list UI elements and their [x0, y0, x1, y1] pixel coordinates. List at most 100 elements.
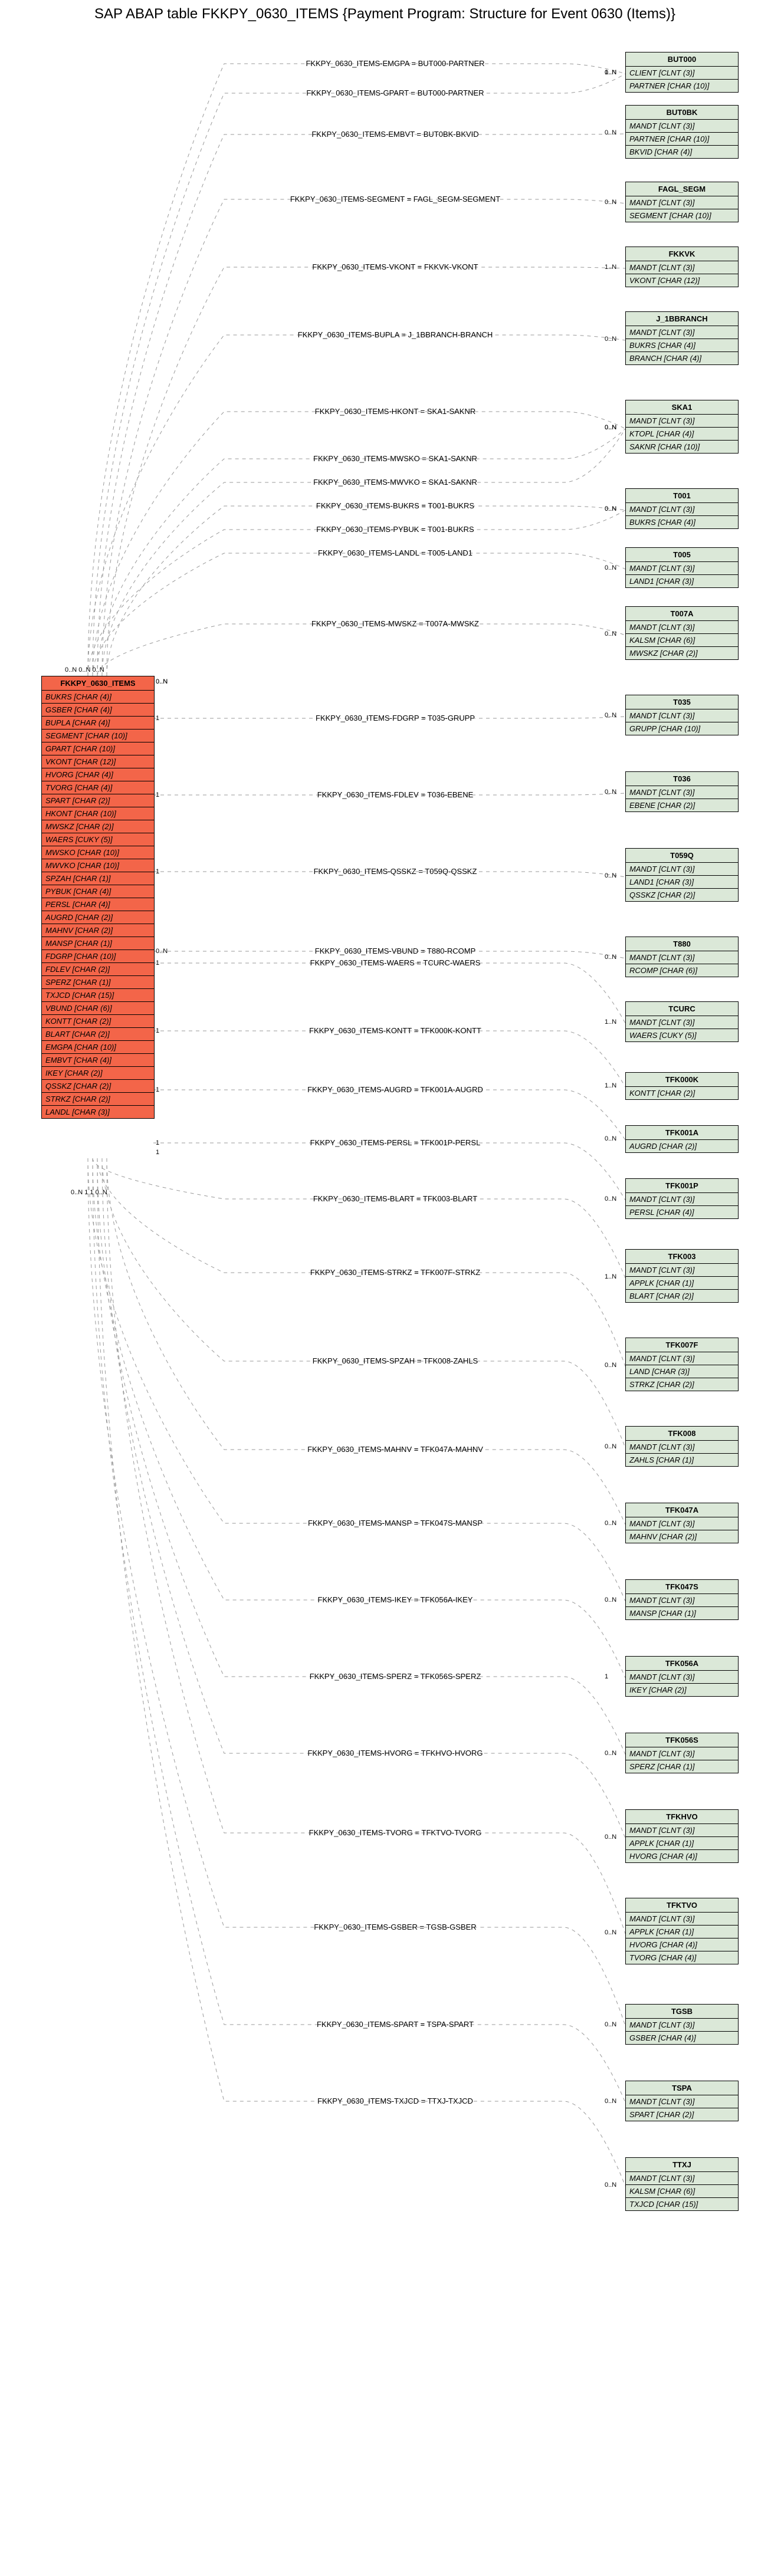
entity-field: QSSKZ [CHAR (2)] [626, 889, 738, 901]
cardinality-right: 0..N [605, 1135, 616, 1142]
entity-field: WAERS [CUKY (5)] [626, 1029, 738, 1041]
entity-field: APPLK [CHAR (1)] [626, 1277, 738, 1290]
entity-field: MANDT [CLNT (3)] [626, 503, 738, 516]
cardinality-right: 1..N [605, 264, 616, 271]
cardinality-right: 0..N [605, 1195, 616, 1202]
cardinality-right: 0..N [605, 424, 616, 431]
entity-header: TCURC [626, 1002, 738, 1016]
edge-label: FKKPY_0630_ITEMS-MAHNV = TFK047A-MAHNV [230, 1445, 560, 1454]
entity-field: MANDT [CLNT (3)] [626, 1671, 738, 1684]
cardinality-right: 0..N [605, 1362, 616, 1369]
entity-field: MAHNV [CHAR (2)] [626, 1530, 738, 1543]
erd-canvas: FKKPY_0630_ITEMS BUKRS [CHAR (4)]GSBER [… [6, 34, 752, 2570]
entity-main-field: HKONT [CHAR (10)] [42, 807, 154, 820]
entity-tfk047a: TFK047AMANDT [CLNT (3)]MAHNV [CHAR (2)] [625, 1503, 739, 1543]
entity-header: J_1BBRANCH [626, 312, 738, 326]
entity-main-field: GSBER [CHAR (4)] [42, 704, 154, 717]
edge-label: FKKPY_0630_ITEMS-HKONT = SKA1-SAKNR [230, 407, 560, 416]
entity-field: MANDT [CLNT (3)] [626, 621, 738, 634]
cardinality-right: 1..N [605, 1018, 616, 1026]
cardinality-right: 0..N [605, 2021, 616, 2028]
entity-main-field: LANDL [CHAR (3)] [42, 1106, 154, 1118]
entity-field: STRKZ [CHAR (2)] [626, 1378, 738, 1391]
edge-label: FKKPY_0630_ITEMS-SPART = TSPA-SPART [230, 2020, 560, 2029]
entity-field: BRANCH [CHAR (4)] [626, 352, 738, 364]
edge-label: FKKPY_0630_ITEMS-SPERZ = TFK056S-SPERZ [230, 1672, 560, 1681]
entity-t035: T035MANDT [CLNT (3)]GRUPP [CHAR (10)] [625, 695, 739, 735]
cardinality-right: 0..N [605, 2098, 616, 2105]
cardinality-right: 1..N [605, 69, 616, 76]
entity-main-field: EMBVT [CHAR (4)] [42, 1054, 154, 1067]
main-card-top: 0..N 0..N 0..N [65, 666, 104, 673]
entity-field: MANDT [CLNT (3)] [626, 196, 738, 209]
cardinality-left: 1 [156, 1086, 159, 1093]
entity-tcurc: TCURCMANDT [CLNT (3)]WAERS [CUKY (5)] [625, 1001, 739, 1042]
edge-label: FKKPY_0630_ITEMS-PYBUK = T001-BUKRS [230, 525, 560, 534]
entity-but0bk: BUT0BKMANDT [CLNT (3)]PARTNER [CHAR (10)… [625, 105, 739, 159]
edge-label: FKKPY_0630_ITEMS-TXJCD = TTXJ-TXJCD [230, 2097, 560, 2105]
edge-label: FKKPY_0630_ITEMS-LANDL = T005-LAND1 [230, 548, 560, 557]
entity-field: BKVID [CHAR (4)] [626, 146, 738, 158]
entity-header: TFK001A [626, 1126, 738, 1140]
entity-field: ZAHLS [CHAR (1)] [626, 1454, 738, 1466]
edge-label: FKKPY_0630_ITEMS-SEGMENT = FAGL_SEGM-SEG… [230, 195, 560, 203]
entity-t059q: T059QMANDT [CLNT (3)]LAND1 [CHAR (3)]QSS… [625, 848, 739, 902]
entity-field: MANDT [CLNT (3)] [626, 951, 738, 964]
edge-label: FKKPY_0630_ITEMS-PERSL = TFK001P-PERSL [230, 1138, 560, 1147]
cardinality-right: 0..N [605, 1443, 616, 1450]
cardinality-right: 1..N [605, 1082, 616, 1089]
entity-header: TFKHVO [626, 1810, 738, 1824]
edge-label: FKKPY_0630_ITEMS-MWVKO = SKA1-SAKNR [230, 478, 560, 487]
cardinality-right: 0..N [605, 336, 616, 343]
cardinality-left: 0..N [156, 948, 168, 955]
cardinality-left: 0..N [156, 678, 168, 685]
entity-field: SPERZ [CHAR (1)] [626, 1760, 738, 1773]
entity-field: PARTNER [CHAR (10)] [626, 133, 738, 146]
edge-label: FKKPY_0630_ITEMS-MWSKZ = T007A-MWSKZ [230, 619, 560, 628]
entity-header: TSPA [626, 2081, 738, 2095]
entity-header: FKKVK [626, 247, 738, 261]
entity-main-field: BLART [CHAR (2)] [42, 1028, 154, 1041]
entity-field: MANDT [CLNT (3)] [626, 2172, 738, 2185]
entity-field: MANDT [CLNT (3)] [626, 1824, 738, 1837]
edge-label: FKKPY_0630_ITEMS-EMGPA = BUT000-PARTNER [230, 59, 560, 68]
edge-label: FKKPY_0630_ITEMS-HVORG = TFKHVO-HVORG [230, 1749, 560, 1757]
entity-main-field: MWSKO [CHAR (10)] [42, 846, 154, 859]
cardinality-right: 0..N [605, 1834, 616, 1841]
entity-tfktvo: TFKTVOMANDT [CLNT (3)]APPLK [CHAR (1)]HV… [625, 1898, 739, 1964]
entity-header: TFK047A [626, 1503, 738, 1517]
entity-header: TGSB [626, 2005, 738, 2019]
edge-label: FKKPY_0630_ITEMS-QSSKZ = T059Q-QSSKZ [230, 867, 560, 876]
cardinality-right: 0..N [605, 872, 616, 879]
entity-tfkhvo: TFKHVOMANDT [CLNT (3)]APPLK [CHAR (1)]HV… [625, 1809, 739, 1863]
entity-field: SPART [CHAR (2)] [626, 2108, 738, 2121]
entity-field: TVORG [CHAR (4)] [626, 1951, 738, 1964]
cardinality-right: 0..N [605, 630, 616, 638]
entity-field: MANDT [CLNT (3)] [626, 261, 738, 274]
entity-field: BLART [CHAR (2)] [626, 1290, 738, 1302]
entity-main: FKKPY_0630_ITEMS BUKRS [CHAR (4)]GSBER [… [41, 676, 155, 1119]
cardinality-left: 1 [156, 1027, 159, 1034]
entity-tfk003: TFK003MANDT [CLNT (3)]APPLK [CHAR (1)]BL… [625, 1249, 739, 1303]
entity-field: MANDT [CLNT (3)] [626, 2019, 738, 2032]
entity-header: FAGL_SEGM [626, 182, 738, 196]
entity-field: RCOMP [CHAR (6)] [626, 964, 738, 977]
cardinality-left: 1 [156, 1149, 159, 1156]
edge-label: FKKPY_0630_ITEMS-VBUND = T880-RCOMP [230, 947, 560, 955]
entity-field: APPLK [CHAR (1)] [626, 1926, 738, 1938]
entity-main-field: SPERZ [CHAR (1)] [42, 976, 154, 989]
edge-label: FKKPY_0630_ITEMS-MANSP = TFK047S-MANSP [230, 1519, 560, 1527]
cardinality-left: 1 [156, 1139, 159, 1146]
entity-field: EBENE [CHAR (2)] [626, 799, 738, 811]
cardinality-right: 0..N [605, 564, 616, 571]
edge-label: FKKPY_0630_ITEMS-AUGRD = TFK001A-AUGRD [230, 1085, 560, 1094]
entity-tfk001a: TFK001AAUGRD [CHAR (2)] [625, 1125, 739, 1153]
cardinality-left: 1 [156, 715, 159, 722]
entity-main-field: TVORG [CHAR (4)] [42, 781, 154, 794]
entity-field: GRUPP [CHAR (10)] [626, 722, 738, 735]
entity-field: MANDT [CLNT (3)] [626, 1193, 738, 1206]
entity-main-field: MWSKZ [CHAR (2)] [42, 820, 154, 833]
entity-field: AUGRD [CHAR (2)] [626, 1140, 738, 1152]
cardinality-right: 1 [605, 1673, 608, 1680]
entity-field: MANDT [CLNT (3)] [626, 709, 738, 722]
